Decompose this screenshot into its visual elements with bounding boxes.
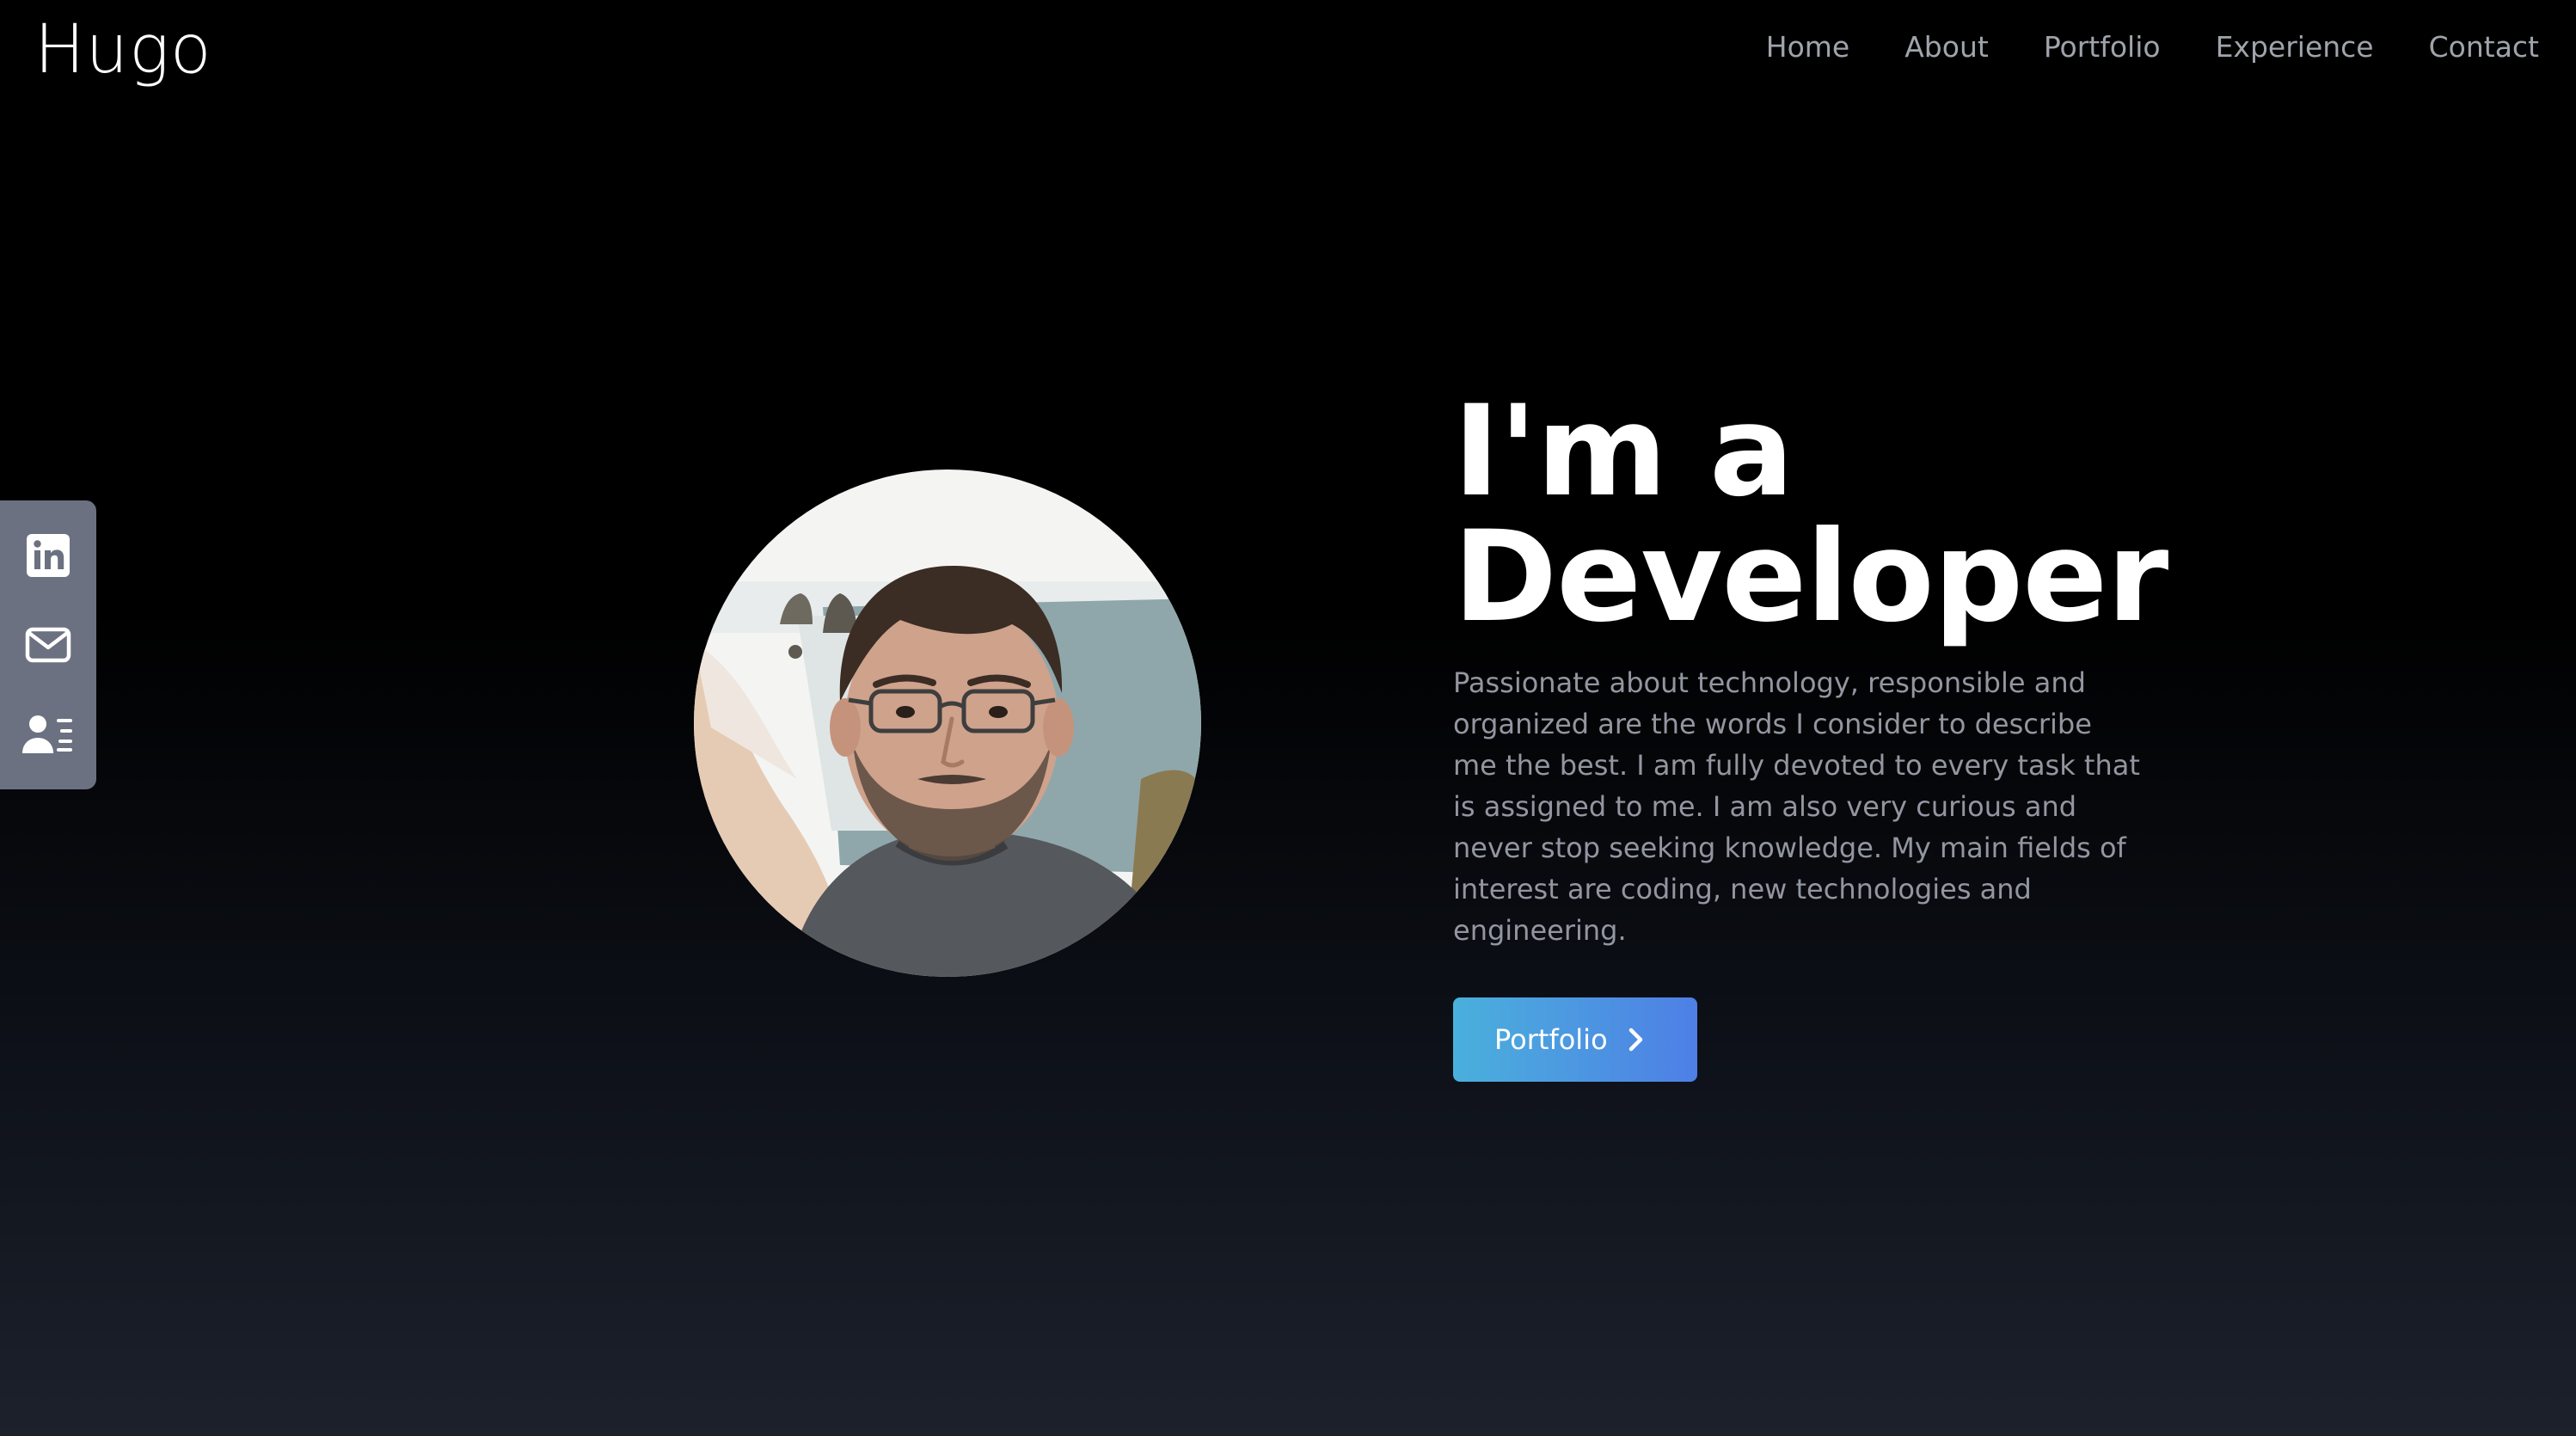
nav-link-contact[interactable]: Contact (2429, 28, 2539, 67)
nav-item-portfolio: Portfolio (2044, 28, 2161, 67)
nav-item-contact: Contact (2429, 28, 2539, 67)
portfolio-button-label: Portfolio (1494, 1023, 1608, 1056)
profile-photo (694, 469, 1201, 977)
contact-card-icon (22, 715, 72, 753)
resume-link[interactable] (18, 704, 78, 764)
hero-headline: I'm a Developer (1453, 389, 2168, 640)
social-sidebar (0, 500, 96, 789)
nav-link-about[interactable]: About (1904, 28, 1989, 67)
headline-line-1: I'm a (1453, 378, 1794, 525)
headline-line-2: Developer (1453, 504, 2168, 650)
email-link[interactable] (18, 615, 78, 675)
nav-item-experience: Experience (2216, 28, 2374, 67)
brand-logo[interactable]: Hugo (34, 13, 212, 88)
nav-link-experience[interactable]: Experience (2216, 28, 2374, 67)
chevron-right-icon (1628, 1028, 1642, 1052)
hero-bio: Passionate about technology, responsible… (1453, 666, 2140, 947)
nav-link-home[interactable]: Home (1766, 28, 1849, 67)
linkedin-icon (27, 534, 70, 577)
nav-link-portfolio[interactable]: Portfolio (2044, 28, 2161, 67)
mail-icon (25, 627, 71, 663)
profile-portrait-image (694, 469, 1201, 977)
hero-section: I'm a Developer Passionate about technol… (1453, 389, 2168, 1082)
nav-item-about: About (1904, 28, 1989, 67)
nav-item-home: Home (1766, 28, 1849, 67)
linkedin-link[interactable] (18, 525, 78, 586)
main-nav: Home About Portfolio Experience Contact (1766, 28, 2539, 67)
portfolio-button[interactable]: Portfolio (1453, 997, 1697, 1082)
